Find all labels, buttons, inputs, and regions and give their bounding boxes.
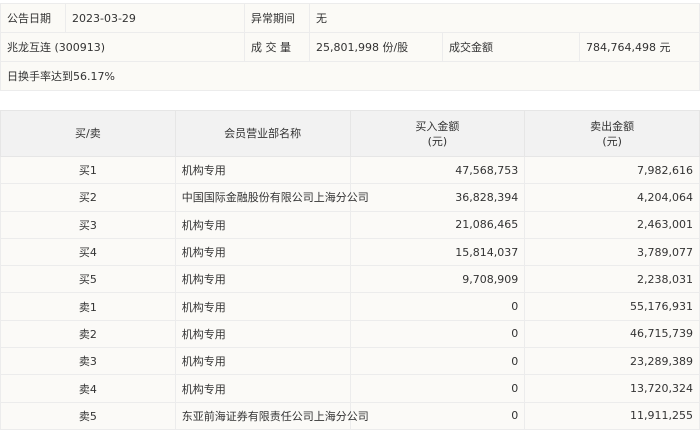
buy-amount-cell: 0: [349, 347, 526, 376]
table-row: 买2 中国国际金融股份有限公司上海分公司 36,828,394 4,204,064: [0, 183, 700, 212]
side-cell: 买1: [0, 155, 176, 185]
branch-cell: 机构专用: [174, 210, 351, 239]
volume-label: 成 交 量: [244, 32, 310, 62]
volume-value: 25,801,998 份/股: [309, 32, 443, 62]
buy-amount-cell: 21,086,465: [349, 210, 526, 239]
branch-cell: 机构专用: [174, 347, 351, 376]
header-branch: 会员营业部名称: [174, 110, 351, 157]
sell-amount-cell: 4,204,064: [524, 183, 700, 212]
side-cell: 买5: [0, 265, 176, 294]
period-label: 异常期间: [244, 3, 310, 33]
table-row: 买5 机构专用 9,708,909 2,238,031: [0, 265, 700, 294]
branch-cell: 机构专用: [174, 155, 351, 185]
branch-cell: 机构专用: [174, 265, 351, 294]
table-row: 买1 机构专用 47,568,753 7,982,616: [0, 155, 700, 185]
side-cell: 买3: [0, 210, 176, 239]
announcement-info-table: 公告日期 2023-03-29 异常期间 无 兆龙互连 (300913) 成 交…: [0, 3, 700, 91]
sell-amount-cell: 46,715,739: [524, 319, 700, 349]
branch-cell: 机构专用: [174, 292, 351, 321]
sell-amount-cell: 7,982,616: [524, 155, 700, 185]
trading-seats-table: 买/卖 会员营业部名称 买入金额 (元) 卖出金额 (元) 买1 机构专用 47,568…: [0, 110, 700, 430]
sell-amount-cell: 3,789,077: [524, 237, 700, 267]
buy-amount-cell: 9,708,909: [349, 265, 526, 294]
branch-cell: 东亚前海证券有限责任公司上海分公司: [174, 401, 369, 430]
header-side: 买/卖: [0, 110, 176, 157]
side-cell: 买2: [0, 183, 176, 212]
sell-amount-cell: 2,238,031: [524, 265, 700, 294]
buy-amount-cell: 0: [349, 401, 526, 430]
table-row: 买4 机构专用 15,814,037 3,789,077: [0, 237, 700, 267]
sell-amount-cell: 13,720,324: [524, 374, 700, 403]
table-row: 卖4 机构专用 0 13,720,324: [0, 374, 700, 403]
side-cell: 卖3: [0, 347, 176, 376]
amount-value: 784,764,498 元: [579, 32, 700, 62]
stock-name: 兆龙互连 (300913): [0, 32, 245, 62]
header-sell: 卖出金额 (元): [524, 110, 700, 157]
branch-cell: 机构专用: [174, 374, 351, 403]
header-buy: 买入金额 (元): [349, 110, 526, 157]
side-cell: 卖2: [0, 319, 176, 349]
period-value: 无: [309, 3, 700, 33]
table-row: 买3 机构专用 21,086,465 2,463,001: [0, 210, 700, 239]
table-row: 卖3 机构专用 0 23,289,389: [0, 347, 700, 376]
sell-amount-cell: 11,911,255: [524, 401, 700, 430]
branch-cell: 中国国际金融股份有限公司上海分公司: [174, 183, 369, 212]
amount-label: 成交金额: [442, 32, 580, 62]
side-cell: 卖5: [0, 401, 176, 430]
buy-amount-cell: 0: [349, 292, 526, 321]
reason: 日换手率达到56.17%: [0, 61, 700, 91]
buy-amount-cell: 15,814,037: [349, 237, 526, 267]
table-row: 卖2 机构专用 0 46,715,739: [0, 319, 700, 349]
buy-amount-cell: 36,828,394: [349, 183, 526, 212]
sell-amount-cell: 23,289,389: [524, 347, 700, 376]
side-cell: 卖1: [0, 292, 176, 321]
buy-amount-cell: 47,568,753: [349, 155, 526, 185]
buy-amount-cell: 0: [349, 319, 526, 349]
table-row: 卖1 机构专用 0 55,176,931: [0, 292, 700, 321]
sell-amount-cell: 55,176,931: [524, 292, 700, 321]
sell-amount-cell: 2,463,001: [524, 210, 700, 239]
branch-cell: 机构专用: [174, 319, 351, 349]
date-label: 公告日期: [0, 3, 66, 33]
side-cell: 买4: [0, 237, 176, 267]
table-row: 卖5 东亚前海证券有限责任公司上海分公司 0 11,911,255: [0, 401, 700, 430]
buy-amount-cell: 0: [349, 374, 526, 403]
side-cell: 卖4: [0, 374, 176, 403]
branch-cell: 机构专用: [174, 237, 351, 267]
date-value: 2023-03-29: [65, 3, 245, 33]
